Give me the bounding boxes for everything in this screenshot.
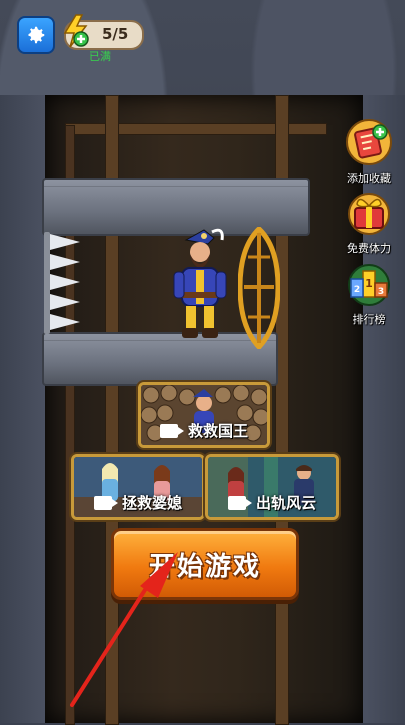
video-icon <box>227 495 252 510</box>
free-energy-button[interactable]: 免费体力 <box>341 188 397 256</box>
energy-value: 5/5 <box>102 25 129 43</box>
svg-text:1: 1 <box>365 277 373 290</box>
add-favorite-label: 添加收藏 <box>347 172 391 185</box>
free-energy-label: 免费体力 <box>347 242 391 255</box>
level-card-save-king[interactable]: 救救国王 <box>138 382 270 448</box>
svg-text:2: 2 <box>354 285 360 295</box>
level-label-save-in-laws: 拯救婆媳 <box>121 494 182 512</box>
leaderboard-button[interactable]: 1 2 3 排行榜 <box>341 259 397 327</box>
golden-gate <box>238 227 280 349</box>
bookmark-plus-icon <box>346 119 392 165</box>
king-character <box>173 228 227 338</box>
add-favorite-button[interactable]: 添加收藏 <box>341 118 397 186</box>
level-label-affair-drama: 出轨风云 <box>255 494 316 512</box>
gear-icon <box>28 26 45 44</box>
video-icon <box>159 423 184 438</box>
start-game-button[interactable]: 开始游戏 <box>111 528 299 600</box>
podium-icon: 1 2 3 <box>348 264 390 306</box>
leaderboard-label: 排行榜 <box>352 313 386 326</box>
gift-box-icon <box>348 193 390 235</box>
level-card-affair-drama[interactable]: 出轨风云 <box>205 454 339 520</box>
svg-text:3: 3 <box>378 287 384 297</box>
start-game-label: 开始游戏 <box>148 551 261 582</box>
left-stone-wall <box>0 95 45 723</box>
video-icon <box>93 495 118 510</box>
settings-button[interactable] <box>17 16 55 54</box>
level-card-save-in-laws[interactable]: 拯救婆媳 <box>71 454 205 520</box>
energy-status: 已满 <box>89 50 111 63</box>
lightning-plus-icon <box>63 14 89 48</box>
level-label-save-king: 救救国王 <box>187 422 248 440</box>
spike-trap <box>44 232 82 334</box>
